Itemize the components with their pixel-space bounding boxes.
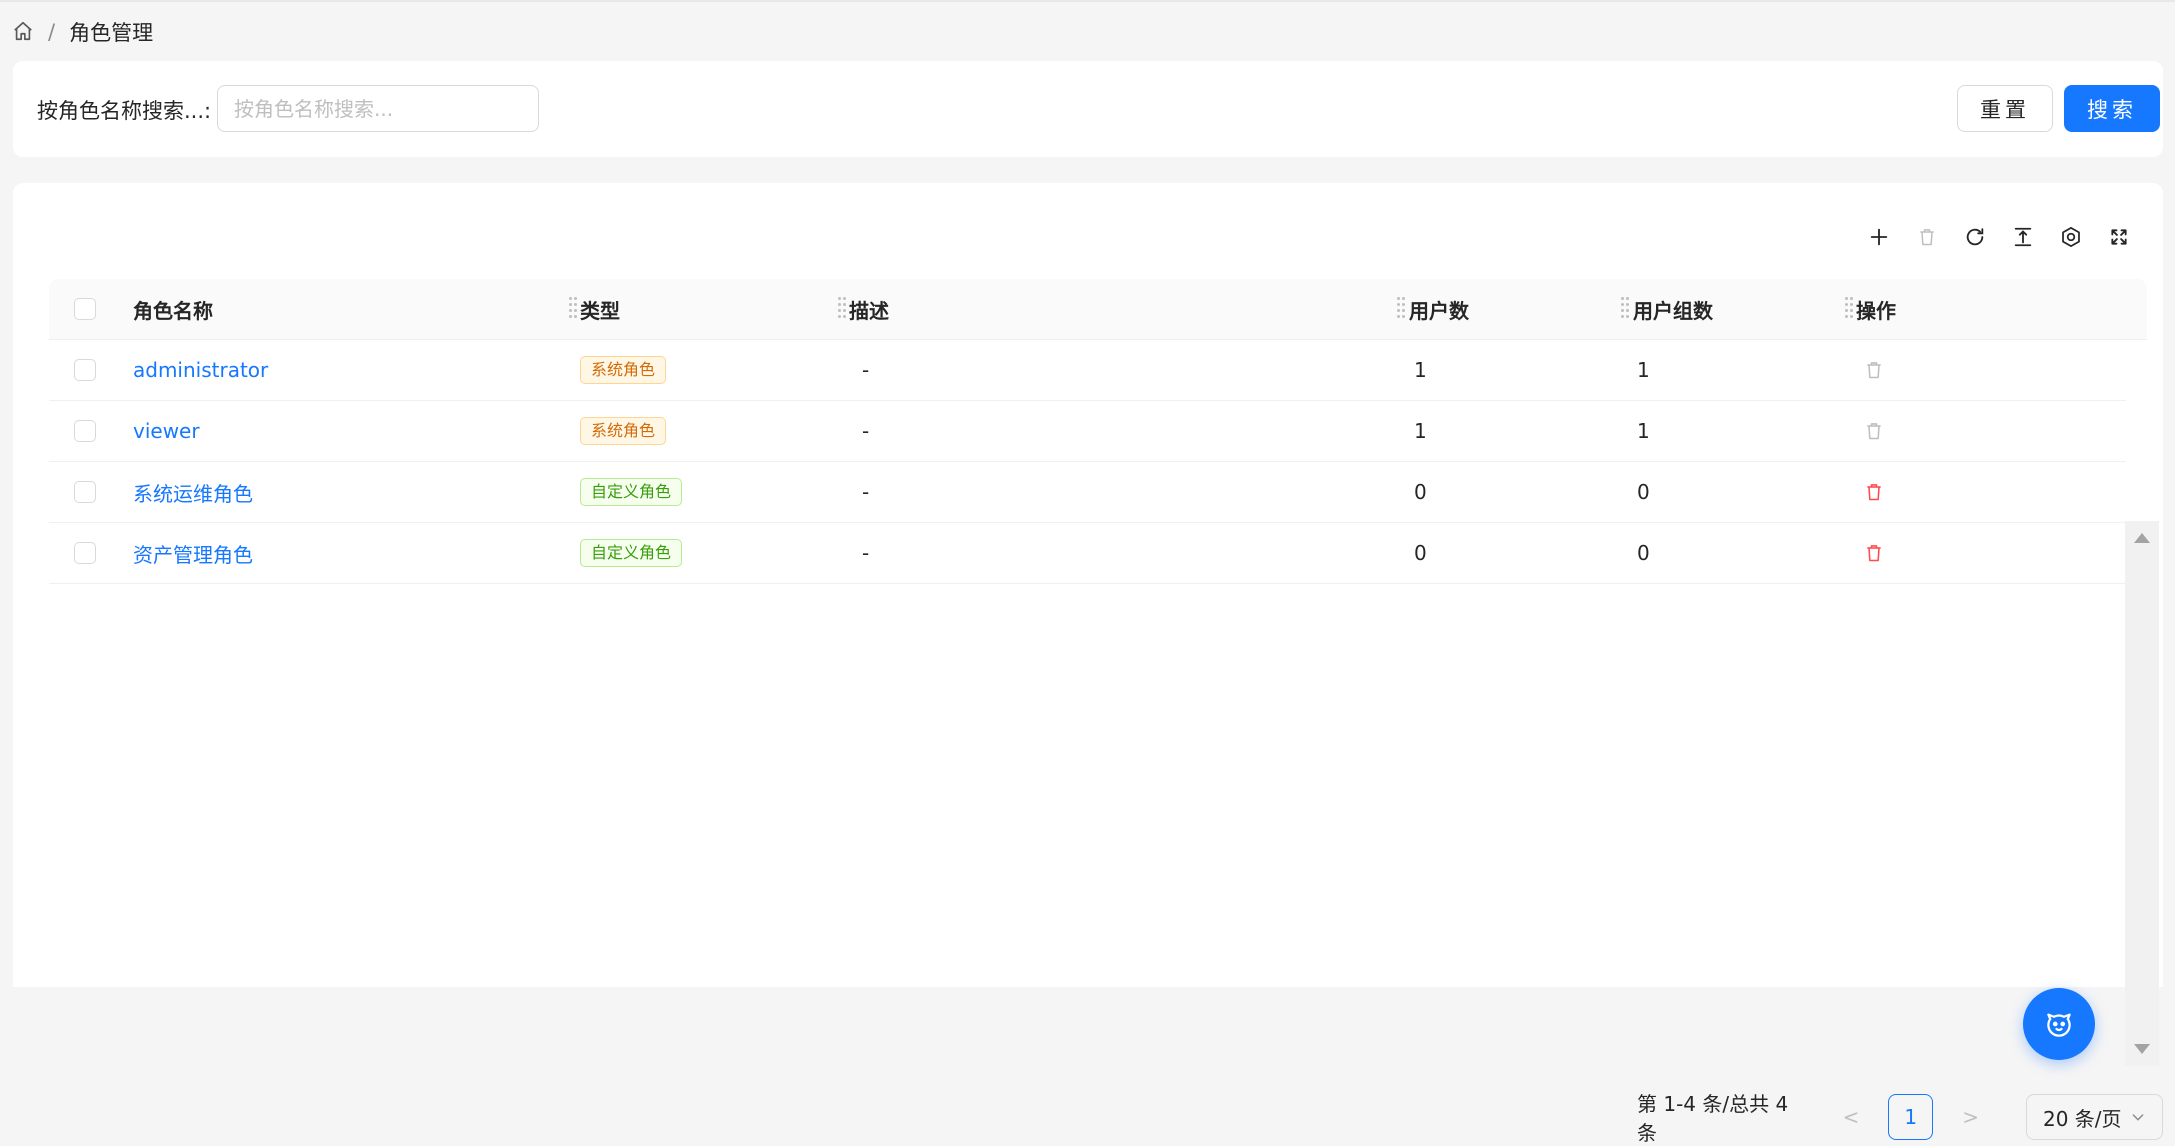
row-checkbox[interactable] bbox=[74, 481, 96, 503]
role-name-link[interactable]: viewer bbox=[133, 419, 200, 443]
group-count: 1 bbox=[1637, 419, 1650, 443]
table-scrollbar[interactable] bbox=[2125, 521, 2159, 1066]
table-body: administrator 系统角色 -1 1 viewer 系统角色 -1 1 系统运维角色自… bbox=[49, 340, 2147, 584]
group-count: 0 bbox=[1637, 480, 1650, 504]
column-header-description[interactable]: 描述 bbox=[849, 279, 889, 339]
pagination: 第 1-4 条/总共 4 条 < 1 > 20 条/页 bbox=[1637, 1092, 2163, 1145]
role-description: - bbox=[862, 541, 870, 565]
delete-icon[interactable] bbox=[1864, 481, 1884, 503]
table-panel: 角色名称 类型 描述 用户数 用户组数 操作 administrator 系统角色… bbox=[13, 183, 2163, 1145]
table-header: 角色名称 类型 描述 用户数 用户组数 操作 bbox=[49, 279, 2147, 340]
setting-icon[interactable] bbox=[2053, 219, 2089, 255]
user-count: 0 bbox=[1414, 541, 1427, 565]
search-label: 按角色名称搜索...: bbox=[37, 99, 212, 123]
row-checkbox[interactable] bbox=[74, 542, 96, 564]
column-header-type[interactable]: 类型 bbox=[580, 279, 620, 339]
column-resize-handle[interactable] bbox=[1845, 297, 1853, 323]
table-row: 系统运维角色 自定义角色 - 0 0 bbox=[49, 462, 2126, 523]
group-count: 1 bbox=[1637, 358, 1650, 382]
breadcrumb-separator: / bbox=[48, 20, 56, 44]
delete-icon[interactable] bbox=[1864, 542, 1884, 564]
role-name-search-input[interactable] bbox=[217, 85, 539, 132]
role-type-tag: 自定义角色 bbox=[580, 478, 683, 506]
column-resize-handle[interactable] bbox=[569, 297, 577, 323]
home-icon[interactable] bbox=[12, 20, 36, 44]
reset-button[interactable]: 重置 bbox=[1957, 85, 2053, 132]
search-button[interactable]: 搜索 bbox=[2064, 85, 2160, 132]
role-name-link[interactable]: 资产管理角色 bbox=[133, 539, 253, 568]
role-description: - bbox=[862, 358, 870, 382]
role-name-link[interactable]: 系统运维角色 bbox=[133, 478, 253, 507]
role-name-link[interactable]: administrator bbox=[133, 358, 268, 382]
top-divider bbox=[0, 0, 2175, 2]
breadcrumb: / 角色管理 bbox=[12, 14, 153, 50]
column-resize-handle[interactable] bbox=[838, 297, 846, 323]
column-resize-handle[interactable] bbox=[1621, 297, 1629, 323]
pagination-summary: 第 1-4 条/总共 4 条 bbox=[1637, 1092, 1789, 1145]
delete-icon bbox=[1864, 420, 1884, 442]
delete-icon bbox=[1864, 359, 1884, 381]
column-header-user-count[interactable]: 用户数 bbox=[1409, 279, 1469, 339]
page-size-value: 20 条/页 bbox=[2043, 1106, 2122, 1131]
role-description: - bbox=[862, 480, 870, 504]
search-panel: 按角色名称搜索...: 重置 搜索 bbox=[13, 61, 2163, 157]
row-checkbox[interactable] bbox=[74, 420, 96, 442]
column-header-group-count[interactable]: 用户组数 bbox=[1633, 279, 1713, 339]
page-1-button[interactable]: 1 bbox=[1888, 1094, 1934, 1140]
column-header-name[interactable]: 角色名称 bbox=[133, 279, 213, 339]
assistant-icon[interactable] bbox=[2023, 988, 2095, 1060]
scroll-down-arrow[interactable] bbox=[2134, 1044, 2150, 1054]
user-count: 1 bbox=[1414, 358, 1427, 382]
column-height-icon[interactable] bbox=[2005, 219, 2041, 255]
chevron-down-icon bbox=[2132, 1114, 2144, 1121]
prev-page-button[interactable]: < bbox=[1832, 1097, 1871, 1137]
select-all-checkbox[interactable] bbox=[74, 298, 96, 320]
trash-icon[interactable] bbox=[1909, 219, 1945, 255]
plus-icon[interactable] bbox=[1861, 219, 1897, 255]
role-type-tag: 系统角色 bbox=[580, 417, 667, 445]
table-row: 资产管理角色 自定义角色 - 0 0 bbox=[49, 523, 2126, 584]
user-count: 0 bbox=[1414, 480, 1427, 504]
table-row: administrator 系统角色 - 1 1 bbox=[49, 340, 2126, 401]
page-size-select[interactable]: 20 条/页 bbox=[2026, 1094, 2163, 1140]
column-header-actions: 操作 bbox=[1856, 298, 1896, 323]
row-checkbox[interactable] bbox=[74, 359, 96, 381]
scroll-up-arrow[interactable] bbox=[2134, 533, 2150, 543]
user-count: 1 bbox=[1414, 419, 1427, 443]
role-type-tag: 系统角色 bbox=[580, 356, 667, 384]
table-row: viewer 系统角色 - 1 1 bbox=[49, 401, 2126, 462]
role-type-tag: 自定义角色 bbox=[580, 539, 683, 567]
column-resize-handle[interactable] bbox=[1397, 297, 1405, 323]
next-page-button[interactable]: > bbox=[1951, 1097, 1990, 1137]
breadcrumb-current: 角色管理 bbox=[69, 21, 154, 45]
role-description: - bbox=[862, 419, 870, 443]
table-toolbar bbox=[1861, 219, 2137, 255]
group-count: 0 bbox=[1637, 541, 1650, 565]
roles-table: 角色名称 类型 描述 用户数 用户组数 操作 administrator 系统角色… bbox=[49, 279, 2147, 584]
reload-icon[interactable] bbox=[1957, 219, 1993, 255]
fullscreen-icon[interactable] bbox=[2101, 219, 2137, 255]
